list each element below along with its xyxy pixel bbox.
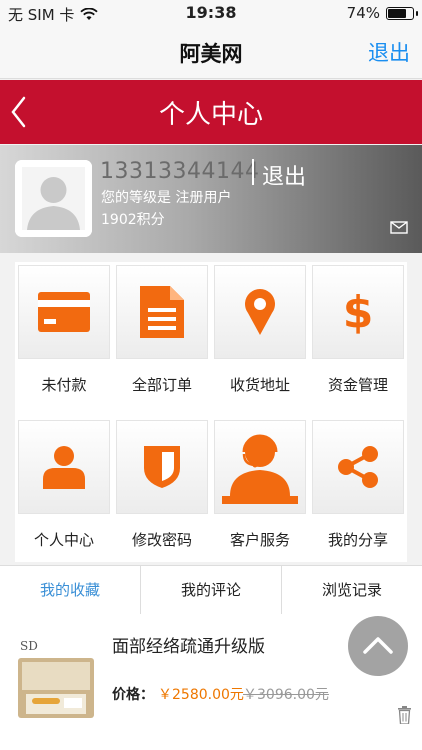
menu-tile[interactable] [116,420,208,514]
tab-favorites[interactable]: 我的收藏 [0,566,141,614]
default-avatar-icon [15,160,92,237]
menu-item-customer-service[interactable]: 客户服务 [211,417,309,567]
mail-icon[interactable] [390,221,408,234]
member-level: 您的等级是 注册用户 [101,190,232,206]
headset-icon [222,434,298,504]
app-title: 阿美网 [179,42,243,66]
menu-grid: 未付款 全部订单 收货地址 $ 资金管理 个人中心 修改密码 客户服务 我的分享 [15,262,407,562]
menu-item-label: 修改密码 [131,531,192,549]
menu-tile[interactable] [312,420,404,514]
trash-icon[interactable] [397,706,412,724]
menu-item-change-password[interactable]: 修改密码 [113,417,211,567]
menu-item-label: 未付款 [41,376,87,394]
menu-item-label: 资金管理 [327,376,388,394]
nav-bar: 阿美网 退出 [0,26,422,79]
menu-tile[interactable] [116,265,208,359]
page-header: 个人中心 [0,80,422,144]
phone-number: 13313344144 [100,159,260,184]
menu-item-label: 收货地址 [229,376,290,394]
price-label: 价格： [112,687,154,703]
avatar[interactable] [15,160,92,237]
nav-logout-button[interactable]: 退出 [368,37,410,67]
menu-tile[interactable] [214,420,306,514]
scroll-to-top-button[interactable] [348,616,408,676]
status-bar: 无 SIM 卡 19:38 74% [0,0,422,26]
tab-comments[interactable]: 我的评论 [141,566,282,614]
original-price: ￥3096.00元 [243,687,329,703]
location-pin-icon [245,289,275,335]
points-balance: 1902积分 [101,212,165,228]
menu-item-label: 我的分享 [327,531,388,549]
shield-icon [144,446,180,488]
menu-tile[interactable] [214,265,306,359]
chevron-up-icon [363,637,393,654]
menu-tile[interactable]: $ [312,265,404,359]
menu-item-funds[interactable]: $ 资金管理 [309,262,407,412]
product-name[interactable]: 面部经络疏通升级版 [112,632,265,657]
menu-item-unpaid[interactable]: 未付款 [15,262,113,412]
svg-text:$: $ [343,289,374,335]
product-price: ￥2580.00元 [158,687,244,703]
card-icon [38,292,90,332]
profile-banner: 13313344144 退出 您的等级是 注册用户 1902积分 [0,145,422,253]
menu-item-profile[interactable]: 个人中心 [15,417,113,567]
share-icon [338,446,378,488]
collection-tabs: 我的收藏 我的评论 浏览记录 [0,565,422,615]
document-icon [140,286,184,338]
menu-item-label: 客户服务 [229,531,290,549]
dollar-icon: $ [343,289,374,335]
menu-item-address[interactable]: 收货地址 [211,262,309,412]
product-thumbnail[interactable]: SD [12,628,100,738]
menu-item-label: 个人中心 [33,531,94,549]
page-title: 个人中心 [158,100,263,130]
battery-icon [386,6,418,20]
user-icon [43,446,85,489]
menu-tile[interactable] [18,265,110,359]
tab-history[interactable]: 浏览记录 [282,566,422,614]
battery-percent: 74% [346,4,380,22]
menu-item-label: 全部订单 [131,376,192,394]
battery-fill [388,8,406,18]
divider [252,159,254,185]
menu-item-all-orders[interactable]: 全部订单 [113,262,211,412]
menu-item-share[interactable]: 我的分享 [309,417,407,567]
profile-logout-button[interactable]: 退出 [262,159,306,191]
menu-tile[interactable] [18,420,110,514]
thumb-logo-text: SD [20,639,38,653]
